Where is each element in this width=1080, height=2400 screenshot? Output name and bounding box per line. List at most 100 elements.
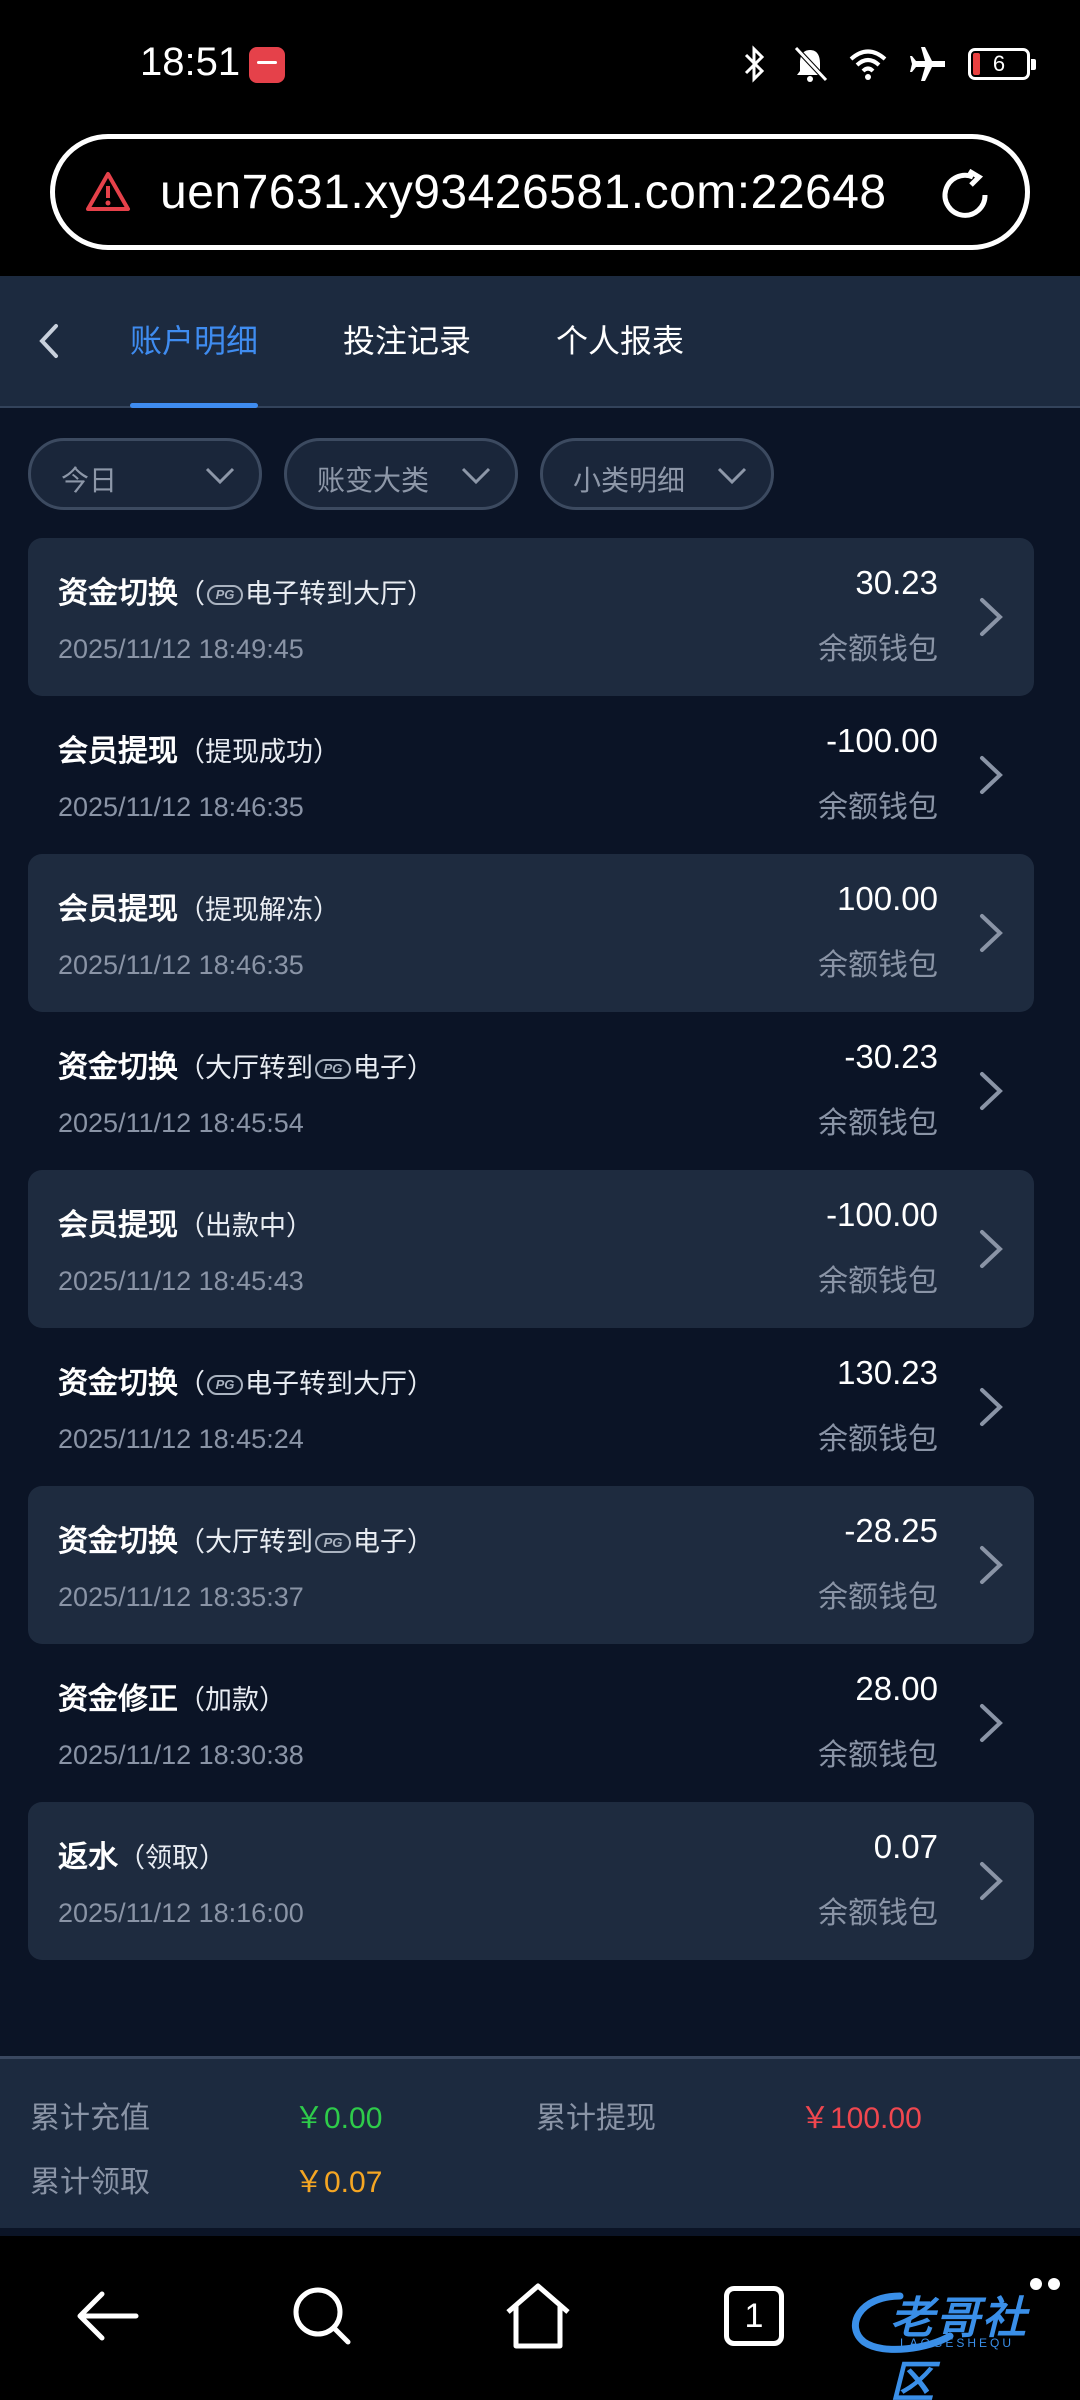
- record-title: 资金切换（ PG 电子转到大厅）: [58, 568, 434, 612]
- tab-label: 个人报表: [556, 323, 685, 359]
- record-row[interactable]: 会员提现（出款中） 2025/11/12 18:45:43 -100.00 余额钱包: [28, 1170, 1034, 1328]
- record-time: 2025/11/12 18:35:37: [58, 1582, 304, 1612]
- record-title: 返水（领取）: [58, 1832, 226, 1876]
- watermark-subtext: LAOGESHEQU: [900, 2336, 1015, 2350]
- total-claim-value: ￥0.07: [294, 2166, 383, 2199]
- pg-logo-icon: PG: [207, 585, 243, 606]
- record-detail-suffix: 电子转到大厅）: [245, 1369, 434, 1399]
- record-title: 资金切换（大厅转到 PG 电子）: [58, 1042, 434, 1086]
- record-amount: 130.23: [837, 1354, 938, 1391]
- record-detail-prefix: （出款中）: [178, 1211, 313, 1241]
- filter-subcategory-select[interactable]: 小类明细: [540, 438, 774, 510]
- record-type: 资金切换: [58, 1525, 178, 1558]
- record-time: 2025/11/12 18:46:35: [58, 950, 304, 980]
- record-title: 会员提现（出款中）: [58, 1200, 313, 1244]
- tab-bet-records[interactable]: 投注记录: [343, 316, 471, 408]
- total-recharge-label: 累计充值: [30, 2102, 150, 2135]
- record-wallet: 余额钱包: [818, 1581, 938, 1614]
- pg-logo-icon: PG: [207, 1375, 243, 1396]
- record-wallet: 余额钱包: [818, 949, 938, 982]
- record-wallet: 余额钱包: [818, 1423, 938, 1456]
- total-claim-label: 累计领取: [30, 2166, 150, 2199]
- status-bar: 18:51 6: [0, 0, 1080, 130]
- record-title: 资金修正（加款）: [58, 1674, 286, 1718]
- record-detail-prefix: （提现解冻）: [178, 895, 340, 925]
- record-detail-prefix: （大厅转到: [178, 1053, 313, 1083]
- back-icon[interactable]: [68, 2276, 148, 2356]
- filter-label: 账变大类: [317, 465, 430, 496]
- record-row[interactable]: 返水（领取） 2025/11/12 18:16:00 0.07 余额钱包: [28, 1802, 1034, 1960]
- record-row[interactable]: 资金切换（ PG 电子转到大厅） 2025/11/12 18:49:45 30.23 余额…: [28, 538, 1034, 696]
- chevron-down-icon: [717, 467, 747, 485]
- record-time: 2025/11/12 18:45:43: [58, 1266, 304, 1296]
- record-type: 返水: [58, 1841, 118, 1874]
- tab-account-detail[interactable]: 账户明细: [130, 316, 259, 408]
- tabs-button[interactable]: 1: [716, 2276, 796, 2356]
- record-amount: 0.07: [873, 1828, 938, 1865]
- record-wallet: 余额钱包: [818, 1107, 938, 1140]
- record-wallet: 余额钱包: [818, 791, 938, 824]
- chevron-right-icon: [980, 1388, 1003, 1426]
- record-row[interactable]: 资金切换（大厅转到 PG 电子） 2025/11/12 18:35:37 -28.25 余…: [28, 1486, 1034, 1644]
- url-text[interactable]: uen7631.xy93426581.com:22648: [160, 165, 887, 220]
- record-type: 资金切换: [58, 1051, 178, 1084]
- record-time: 2025/11/12 18:45:54: [58, 1108, 304, 1138]
- tab-personal-report[interactable]: 个人报表: [556, 316, 684, 408]
- record-type: 资金修正: [58, 1683, 178, 1716]
- filter-bar: 今日 账变大类 小类明细: [28, 438, 774, 510]
- browser-nav-bar: 1 老哥社区 LAOGESHEQU: [0, 2236, 1080, 2400]
- pg-logo-icon: PG: [315, 1059, 351, 1080]
- pg-logo-icon: PG: [315, 1533, 351, 1554]
- warning-icon[interactable]: [85, 171, 131, 213]
- chevron-right-icon: [980, 756, 1003, 794]
- summary-footer: 累计充值 ￥0.00 累计提现 ￥100.00 累计领取 ￥0.07: [0, 2056, 1080, 2228]
- watermark-logo: 老哥社区 LAOGESHEQU: [840, 2276, 1070, 2400]
- record-row[interactable]: 资金修正（加款） 2025/11/12 18:30:38 28.00 余额钱包: [28, 1644, 1034, 1802]
- tab-label: 投注记录: [343, 323, 472, 359]
- chevron-right-icon: [980, 1546, 1003, 1584]
- record-type: 会员提现: [58, 893, 178, 926]
- record-amount: -28.25: [844, 1512, 938, 1549]
- address-bar[interactable]: uen7631.xy93426581.com:22648: [50, 134, 1030, 250]
- chevron-right-icon: [980, 598, 1003, 636]
- filter-label: 小类明细: [573, 465, 686, 496]
- record-amount: 30.23: [855, 564, 938, 601]
- record-detail-suffix: 电子）: [353, 1053, 434, 1083]
- record-row[interactable]: 会员提现（提现解冻） 2025/11/12 18:46:35 100.00 余额钱包: [28, 854, 1034, 1012]
- back-arrow-icon[interactable]: [24, 316, 74, 366]
- record-type: 会员提现: [58, 735, 178, 768]
- record-detail-suffix: 电子）: [353, 1527, 434, 1557]
- record-type: 资金切换: [58, 577, 178, 610]
- battery-percent: 6: [992, 51, 1006, 76]
- reload-icon[interactable]: [935, 165, 995, 225]
- record-row[interactable]: 资金切换（ PG 电子转到大厅） 2025/11/12 18:45:24 130.23 余…: [28, 1328, 1034, 1486]
- chevron-right-icon: [980, 914, 1003, 952]
- account-detail-page: 账户明细 投注记录 个人报表 今日 账变大类 小类明细 资金切换（ PG 电子转…: [0, 276, 1080, 2236]
- record-title: 资金切换（大厅转到 PG 电子）: [58, 1516, 434, 1560]
- screen: 18:51 6 uen7631.xy93426581.com:22648 账户明…: [0, 0, 1080, 2400]
- record-detail-prefix: （: [178, 579, 205, 609]
- mute-bell-icon: [794, 46, 828, 82]
- record-type: 资金切换: [58, 1367, 178, 1400]
- record-amount: -100.00: [826, 1196, 938, 1233]
- record-row[interactable]: 资金切换（大厅转到 PG 电子） 2025/11/12 18:45:54 -30.23 余…: [28, 1012, 1034, 1170]
- status-icons: 6: [736, 44, 1036, 84]
- home-icon[interactable]: [498, 2276, 578, 2356]
- total-withdraw-value: ￥100.00: [800, 2102, 922, 2135]
- record-row[interactable]: 会员提现（提现成功） 2025/11/12 18:46:35 -100.00 余额钱包: [28, 696, 1034, 854]
- search-icon[interactable]: [282, 2276, 362, 2356]
- filter-category-select[interactable]: 账变大类: [284, 438, 518, 510]
- record-time: 2025/11/12 18:45:24: [58, 1424, 304, 1454]
- tab-label: 账户明细: [130, 323, 259, 359]
- record-wallet: 余额钱包: [818, 1265, 938, 1298]
- record-wallet: 余额钱包: [818, 1897, 938, 1930]
- record-amount: -30.23: [844, 1038, 938, 1075]
- record-detail-prefix: （提现成功）: [178, 737, 340, 767]
- clock: 18:51: [140, 40, 241, 84]
- record-detail-prefix: （: [178, 1369, 205, 1399]
- record-time: 2025/11/12 18:49:45: [58, 634, 304, 664]
- wifi-icon: [849, 49, 887, 80]
- filter-date-select[interactable]: 今日: [28, 438, 262, 510]
- record-detail-prefix: （加款）: [178, 1685, 286, 1715]
- chevron-right-icon: [980, 1862, 1003, 1900]
